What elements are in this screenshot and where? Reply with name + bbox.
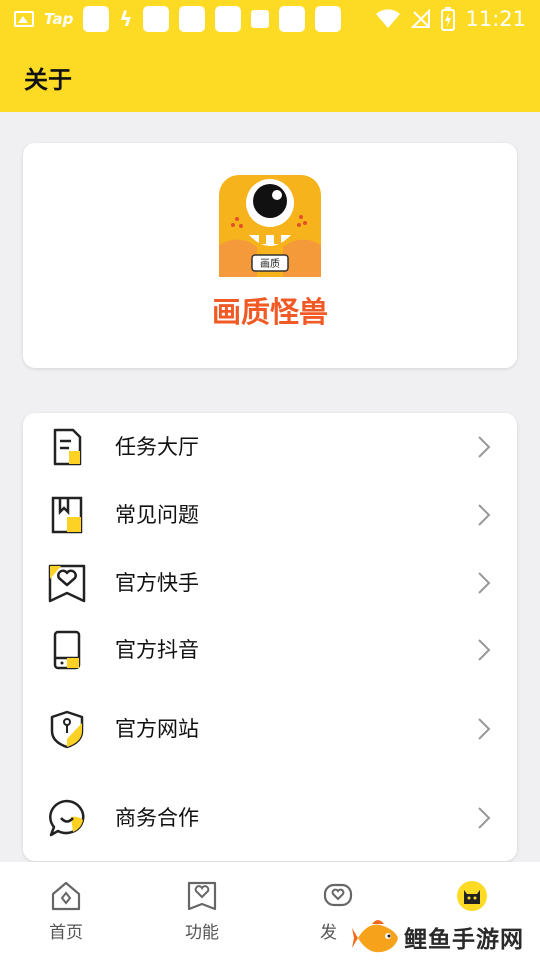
tap-notification: Tap [44, 10, 74, 28]
bolt-icon: ϟ [119, 7, 133, 31]
chevron-right-icon [478, 807, 491, 829]
notification-icon [314, 6, 341, 32]
notification-icon [142, 6, 169, 32]
watermark-text: 鲤鱼手游网 [404, 927, 524, 953]
menu-item-faq[interactable]: 常见问题 [23, 485, 517, 545]
chevron-right-icon [478, 436, 491, 458]
clock: 11:21 [465, 7, 526, 31]
app-name: 画质怪兽 [211, 295, 328, 329]
website-shield-icon [50, 710, 84, 749]
wifi-icon [376, 9, 401, 28]
menu-item-label: 官方抖音 [115, 638, 199, 662]
watermark: 鲤鱼手游网 [352, 912, 540, 960]
discover-icon [323, 883, 353, 907]
app-icon-label: 画质 [260, 258, 280, 270]
menu-item-business[interactable]: 商务合作 [23, 788, 517, 848]
no-signal-icon [411, 9, 431, 28]
carp-fish-icon [352, 920, 398, 953]
notification-icon [278, 6, 305, 32]
business-chat-icon [49, 799, 85, 837]
battery-charging-icon [441, 7, 456, 31]
app-info-card: 画质 画质怪兽 [23, 143, 517, 368]
nav-label: 功能 [185, 923, 219, 943]
notification-icon [214, 6, 241, 32]
menu-item-label: 官方网站 [115, 717, 199, 741]
app-logo-icon: 画质 [219, 175, 321, 277]
menu-item-label: 常见问题 [115, 503, 199, 527]
nav-function[interactable]: 功能 [162, 880, 242, 950]
nav-label: 首页 [49, 923, 83, 943]
menu-item-kuaishou[interactable]: 官方快手 [23, 553, 517, 613]
task-hall-icon [53, 428, 82, 466]
chevron-right-icon [478, 504, 491, 526]
function-icon [187, 881, 217, 911]
nav-home[interactable]: 首页 [26, 880, 106, 950]
home-icon [51, 881, 81, 911]
status-bar: Tap ϟ 11:21 [0, 0, 540, 38]
about-menu: 任务大厅 常见问题 官方快手 官方抖音 官方网站 商务合作 [23, 413, 517, 861]
menu-item-label: 官方快手 [115, 571, 199, 595]
chevron-right-icon [478, 718, 491, 740]
page-title: 关于 [24, 66, 72, 94]
gallery-icon [14, 11, 34, 27]
chevron-right-icon [478, 572, 491, 594]
chevron-right-icon [478, 639, 491, 661]
notification-icon [83, 6, 110, 32]
menu-item-website[interactable]: 官方网站 [23, 699, 517, 759]
menu-item-douyin[interactable]: 官方抖音 [23, 620, 517, 680]
menu-item-label: 商务合作 [115, 806, 199, 830]
kuaishou-icon [48, 564, 86, 603]
douyin-phone-icon [53, 630, 81, 670]
notification-icon [250, 10, 269, 28]
menu-item-label: 任务大厅 [115, 435, 199, 459]
faq-book-icon [51, 496, 83, 534]
cat-face-icon [457, 881, 487, 911]
notification-icon [178, 6, 205, 32]
menu-item-task-hall[interactable]: 任务大厅 [23, 417, 517, 477]
title-bar: 关于 [0, 38, 540, 112]
